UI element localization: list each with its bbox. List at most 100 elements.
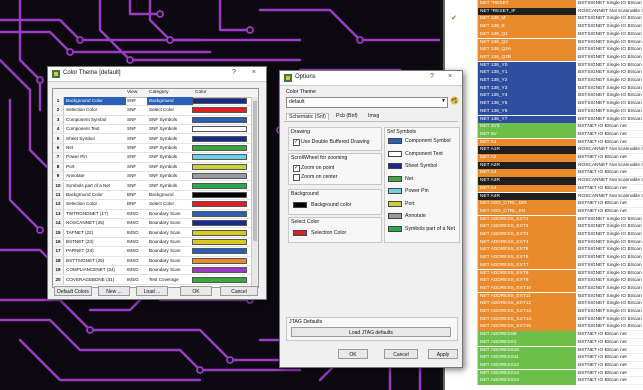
list-item[interactable]: NET ADDRESS_EXT7 BSTSIGNET Single IO BSca…	[445, 261, 643, 270]
list-item[interactable]: NET ADDRESS0 BSTNET IO BScan net	[445, 331, 643, 339]
snf-color-swatch[interactable]	[388, 163, 402, 169]
list-item[interactable]: NET ADDRESS_EXT14 BSTSIGNET Single IO BSc…	[445, 315, 643, 324]
double-buffered-checkbox[interactable]: ✓	[293, 139, 300, 146]
table-row[interactable]: 4 Component Text SNF SNF Symbols	[53, 125, 258, 135]
table-row[interactable]: 8 Port SNF SNF Symbols	[53, 162, 258, 172]
list-item[interactable]: NET 138_Y3BSTSIGNET Single IO BScan pin …	[445, 84, 643, 93]
table-row[interactable]: 16 BSTNET (23) IMSG Boundary Scan	[53, 238, 258, 248]
net-list-panel[interactable]: NET *RESETBSTSIGNET Single IO BScan pin …	[443, 0, 643, 390]
list-item[interactable]: NET 138_Y0BSTSIGNET Single IO BScan pin …	[445, 61, 643, 70]
selection-color-swatch[interactable]	[293, 230, 307, 236]
color-swatch[interactable]	[192, 229, 247, 236]
new-theme-button[interactable]: New ...	[98, 286, 130, 296]
list-item[interactable]: NET 138_Y6BSTSIGNET Single IO BScan pin …	[445, 107, 643, 116]
table-row[interactable]: 19 COMPLIANCENET (34) IMSG Boundary Scan	[53, 266, 258, 276]
table-row[interactable]: 17 PARNET (24) IMSG Boundary Scan	[53, 247, 258, 257]
snf-color-swatch[interactable]	[388, 138, 402, 144]
list-item[interactable]: NET ADDRESS_EXT2 BSTSIGNET Single IO BSca…	[445, 223, 643, 231]
list-item[interactable]: NET ADDRESS14 BSTNET IO BScan net	[445, 377, 643, 385]
list-item[interactable]: NET *RESETBSTSIGNET Single IO BScan pin …	[445, 0, 643, 8]
background-color-swatch[interactable]	[293, 202, 307, 208]
list-item[interactable]: NET A1R NOSCANNET Not scannable net	[445, 146, 643, 154]
list-item[interactable]: NET A3R NOSCANNET Not scannable net	[445, 177, 643, 185]
color-swatch[interactable]	[192, 126, 247, 133]
list-item[interactable]: NET ADDRESS_EXT12 BSTSIGNET Single IO BSc…	[445, 300, 643, 308]
list-item[interactable]: NET ADDRESS_EXT15 BSTSIGNET Single IO BSc…	[445, 323, 643, 331]
list-item[interactable]: NET 138_Y7BSTSIGNET Single IO BScan pin …	[445, 115, 643, 124]
list-item[interactable]: NET 138_Y2BSTSIGNET Single IO BScan pin …	[445, 77, 643, 85]
color-theme-select[interactable]: default ▼	[286, 97, 448, 108]
color-swatch[interactable]	[192, 135, 247, 142]
list-item[interactable]: NET ADDRESS_EXT9 BSTSIGNET Single IO BSca…	[445, 277, 643, 285]
list-item[interactable]: NET ADDRESS_EXT6 BSTSIGNET Single IO BSca…	[445, 254, 643, 262]
table-row[interactable]: 15 TAPNET (22) IMSG Boundary Scan	[53, 228, 258, 238]
color-swatch[interactable]	[192, 210, 247, 217]
color-swatch[interactable]	[192, 192, 247, 198]
table-row[interactable]: 12 Selection Color BNF Select Color	[53, 200, 258, 210]
table-row[interactable]: 14 NOSCANNET (25) IMSG Boundary Scan	[53, 219, 258, 229]
snf-color-swatch[interactable]	[388, 200, 402, 207]
table-row[interactable]: 10 Symbols part of a Net SNF SNF Symbols	[53, 181, 258, 191]
list-item[interactable]: NET ADDRESS_EXT3 BSTSIGNET Single IO BSca…	[445, 231, 643, 239]
list-item[interactable]: NET 138_Q2BBSTSIGNET Single IO BScan pin…	[445, 53, 643, 62]
snf-color-swatch[interactable]	[388, 188, 402, 194]
options-ok-button[interactable]: OK	[338, 349, 368, 359]
list-item[interactable]: NET ADDRESS11 BSTNET IO BScan net	[445, 354, 643, 362]
help-icon[interactable]: ?	[232, 69, 236, 76]
list-item[interactable]: NET ADD_CTRL_DIR BSTNET IO BScan net	[445, 200, 643, 208]
list-item[interactable]: NET 138_BBSTSIGNET Single IO BScan pin o…	[445, 23, 643, 31]
close-icon[interactable]: ×	[252, 69, 256, 76]
table-row[interactable]: 11 Background Color BNF Background	[53, 191, 258, 201]
list-item[interactable]: NET ADDRESS10 BSTNET IO BScan net	[445, 346, 643, 355]
color-swatch[interactable]	[192, 173, 247, 180]
snf-color-swatch[interactable]	[388, 175, 402, 182]
list-item[interactable]: NET 138_Q1BSTSIGNET Single IO BScan pin …	[445, 30, 643, 39]
table-row[interactable]: 2 Selection Color SNF Select Color	[53, 106, 258, 116]
options-help-icon[interactable]: ?	[430, 73, 434, 80]
table-row[interactable]: 5 Sheet Symbol SNF SNF Symbols	[53, 134, 258, 144]
snf-color-swatch[interactable]	[388, 225, 402, 232]
list-item[interactable]: NET ADDRESS_EXT1 BSTSIGNET Single IO BSca…	[445, 215, 643, 224]
list-item[interactable]: NET A3 BSTNET IO BScan net	[445, 169, 643, 177]
list-item[interactable]: NET A4R NOSCANNET Not scannable net	[445, 192, 643, 201]
color-swatch[interactable]	[192, 257, 247, 264]
list-item[interactable]: ✔ NET 138_MBSTSIGNET Single IO BScan pin …	[445, 15, 643, 23]
chevron-down-icon[interactable]: ▼	[441, 98, 446, 104]
tab-imsg[interactable]: Imsg	[368, 113, 379, 119]
color-swatch[interactable]	[192, 182, 247, 189]
list-item[interactable]: NET A4 BSTNET IO BScan net	[445, 184, 643, 193]
options-cancel-button[interactable]: Cancel	[384, 349, 418, 359]
default-colors-button[interactable]: Default Colors	[54, 286, 92, 296]
list-item[interactable]: NET ADDRESS1 BSTNET IO BScan net	[445, 338, 643, 347]
list-item[interactable]: NET *RESET_IF NOSCANNET Not scannable net	[445, 7, 643, 16]
list-item[interactable]: NET A1 BSTNET IO BScan net	[445, 138, 643, 147]
table-scrollbar[interactable]	[251, 97, 258, 287]
list-item[interactable]: NET ADDRESS13 BSTNET IO BScan net	[445, 369, 643, 378]
color-swatch[interactable]	[192, 154, 247, 161]
list-item[interactable]: NET A2 BSTNET IO BScan net	[445, 154, 643, 162]
table-row[interactable]: 20 COVERAGEBDNE (31) IMSG Test Coverage	[53, 275, 258, 285]
color-swatch[interactable]	[192, 276, 247, 283]
list-item[interactable]: NET ADD_CTRL_EN BSTNET IO BScan net	[445, 207, 643, 216]
snf-color-swatch[interactable]	[388, 213, 402, 219]
list-item[interactable]: NET ADDRESS_EXT10 BSTSIGNET Single IO BSc…	[445, 284, 643, 293]
list-item[interactable]: NET ADDRESS_EXT11 BSTSIGNET Single IO BSc…	[445, 292, 643, 301]
table-row[interactable]: 3 Component Symbol SNF SNF Symbols	[53, 115, 258, 125]
cancel-button[interactable]: Cancel	[220, 286, 258, 296]
options-titlebar[interactable]: Options ? ×	[280, 71, 462, 86]
list-item[interactable]: NET ADDRESS_EXT5 BSTSIGNET Single IO BSca…	[445, 246, 643, 254]
color-swatch[interactable]	[192, 220, 247, 227]
snf-color-swatch[interactable]	[388, 150, 402, 157]
zoom-on-center-checkbox[interactable]	[293, 174, 300, 181]
scrollbar-thumb[interactable]	[253, 101, 257, 241]
color-swatch[interactable]	[192, 145, 247, 151]
table-row[interactable]: 18 BSTTSIGNET (25) IMSG Boundary Scan	[53, 256, 258, 266]
list-item[interactable]: NET ADDRESS_EXT13 BSTSIGNET Single IO BSc…	[445, 308, 643, 316]
table-row[interactable]: 1 Background Color SNF Background	[53, 97, 258, 107]
color-swatch[interactable]	[192, 107, 247, 114]
list-item[interactable]: NET 3V3 BSTNET IO BScan net	[445, 123, 643, 131]
color-swatch[interactable]	[192, 116, 247, 123]
list-item[interactable]: NET 138_Y1BSTSIGNET Single IO BScan pin …	[445, 69, 643, 77]
list-item[interactable]: NET A2R NOSCANNET Not scannable net	[445, 161, 643, 170]
color-swatch[interactable]	[192, 163, 247, 170]
